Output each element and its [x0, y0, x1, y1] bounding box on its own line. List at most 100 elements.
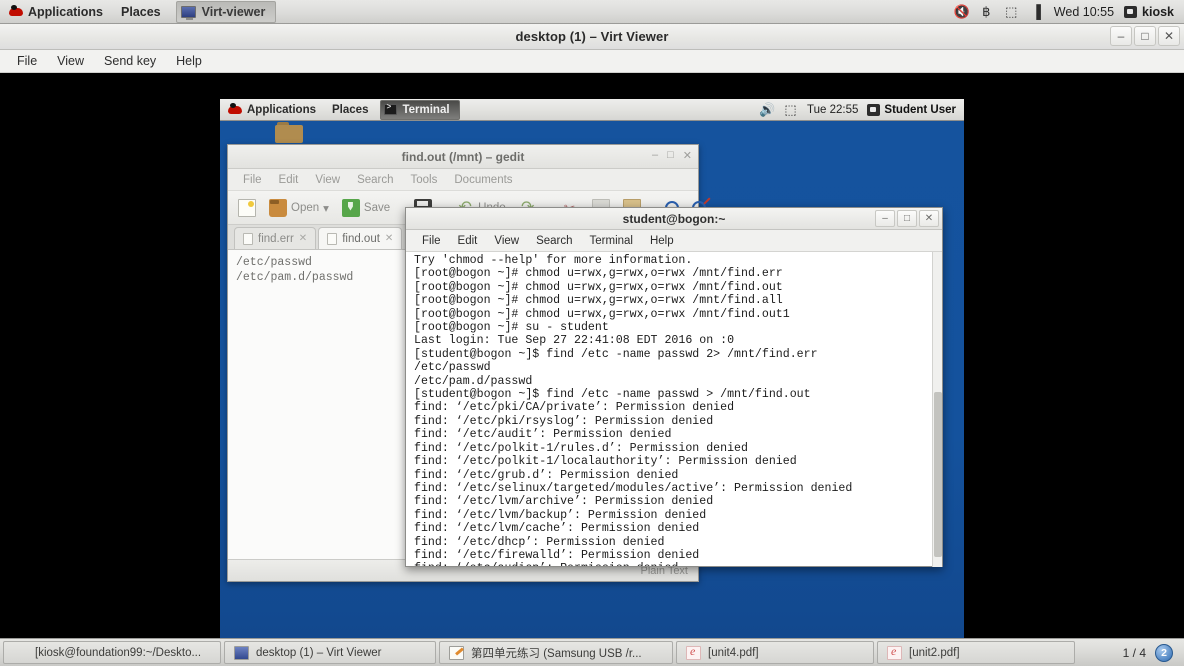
terminal-line: [student@bogon ~]$ find /etc -name passw…	[414, 388, 811, 402]
vm-desktop[interactable]: Applications Places Terminal 🔊 ⬚ Tue 22:…	[220, 99, 964, 662]
vm-user-label: Student User	[884, 103, 956, 116]
host-top-panel: Applications Places Virt-viewer 🔇 ฿ ⬚ ▐ …	[0, 0, 1184, 24]
vm-user-menu[interactable]: Student User	[867, 103, 956, 116]
terminal-line: Try 'chmod --help' for more information.	[414, 254, 693, 267]
terminal-scrollbar[interactable]	[932, 252, 942, 567]
host-clock[interactable]: Wed 10:55	[1054, 5, 1114, 19]
minimize-button[interactable]: –	[1110, 26, 1132, 46]
host-workspace-pager[interactable]: 1 / 4	[1123, 646, 1146, 660]
scrollbar-thumb[interactable]	[934, 392, 942, 557]
host-panel-left: Applications Places Virt-viewer	[0, 0, 277, 23]
volume-muted-icon[interactable]: 🔇	[954, 4, 970, 19]
host-panel-tray: 🔇 ฿ ⬚ ▐ Wed 10:55 kiosk	[954, 4, 1184, 19]
close-button[interactable]: ✕	[683, 149, 692, 162]
menu-help[interactable]: Help	[167, 52, 211, 70]
vm-places-menu[interactable]: Places	[324, 99, 376, 120]
menu-view[interactable]: View	[48, 52, 93, 70]
user-icon	[1124, 5, 1138, 18]
vm-viewport[interactable]: Applications Places Terminal 🔊 ⬚ Tue 22:…	[0, 99, 1184, 662]
terminal-titlebar[interactable]: student@bogon:~ – □ ✕	[406, 208, 942, 230]
tab-find-err[interactable]: find.err ✕	[234, 227, 317, 249]
host-user-menu[interactable]: kiosk	[1124, 5, 1174, 19]
terminal-line: find: ‘/etc/polkit-1/localauthority’: Pe…	[414, 455, 797, 469]
vm-clock[interactable]: Tue 22:55	[807, 104, 858, 116]
display-icon[interactable]: ⬚	[783, 102, 798, 117]
host-active-window-button[interactable]: Virt-viewer	[175, 0, 277, 23]
gedit-menu-file[interactable]: File	[235, 173, 270, 187]
maximize-button[interactable]: □	[667, 149, 674, 162]
menu-send-key[interactable]: Send key	[95, 52, 165, 70]
terminal-line: find: ‘/etc/audisp’: Permission denied	[414, 562, 938, 566]
host-active-window-label: Virt-viewer	[201, 4, 266, 19]
terminal-line: find: ‘/etc/selinux/targeted/modules/act…	[414, 481, 853, 495]
desktop-folder-icon[interactable]	[275, 122, 305, 144]
save-button[interactable]: Save	[337, 197, 395, 219]
gedit-menu-edit[interactable]: Edit	[271, 173, 307, 187]
virt-viewer-menubar: File View Send key Help	[0, 50, 1184, 73]
host-task-terminal[interactable]: [kiosk@foundation99:~/Deskto...	[3, 641, 221, 664]
gedit-titlebar[interactable]: find.out (/mnt) – gedit – □ ✕	[228, 145, 698, 169]
terminal-window[interactable]: student@bogon:~ – □ ✕ File Edit View Sea…	[405, 207, 943, 567]
terminal-icon	[384, 103, 398, 115]
minimize-button[interactable]: –	[652, 149, 658, 162]
host-task-label: 第四单元练习 (Samsung USB /r...	[471, 647, 642, 660]
host-taskbar-right: 1 / 4 2	[1123, 643, 1181, 662]
terminal-menu-edit[interactable]: Edit	[450, 234, 486, 248]
maximize-button[interactable]: □	[897, 210, 917, 227]
close-icon[interactable]: ✕	[385, 233, 393, 244]
redhat-icon	[9, 5, 23, 18]
terminal-line: find: ‘/etc/firewalld’: Permission denie…	[414, 548, 700, 562]
host-task-gedit-doc[interactable]: 第四单元练习 (Samsung USB /r...	[439, 641, 673, 664]
terminal-menu-file[interactable]: File	[414, 234, 449, 248]
terminal-line: [root@bogon ~]# chmod u=rwx,g=rwx,o=rwx …	[414, 294, 783, 308]
host-workspace-badge[interactable]: 2	[1155, 643, 1173, 662]
terminal-menu-search[interactable]: Search	[528, 234, 580, 248]
volume-icon[interactable]: 🔊	[759, 102, 775, 117]
terminal-line: /etc/passwd	[414, 361, 491, 375]
terminal-menu-help[interactable]: Help	[642, 234, 682, 248]
terminal-line: find: ‘/etc/pki/CA/private’: Permission …	[414, 401, 735, 415]
virt-viewer-titlebar[interactable]: desktop (1) – Virt Viewer – □ ✕	[0, 24, 1184, 50]
close-button[interactable]: ✕	[919, 210, 939, 227]
new-document-button[interactable]	[233, 197, 261, 219]
open-button[interactable]: Open ▾	[264, 197, 334, 219]
virt-viewer-window: desktop (1) – Virt Viewer – □ ✕ File Vie…	[0, 24, 1184, 662]
gedit-menu-documents[interactable]: Documents	[446, 173, 520, 187]
terminal-line: [root@bogon ~]# chmod u=rwx,g=rwx,o=rwx …	[414, 280, 783, 294]
terminal-line: find: ‘/etc/grub.d’: Permission denied	[414, 468, 679, 482]
bluetooth-icon[interactable]: ฿	[979, 4, 994, 19]
applications-menu[interactable]: Applications	[0, 0, 112, 23]
minimize-button[interactable]: –	[875, 210, 895, 227]
terminal-menu-view[interactable]: View	[486, 234, 527, 248]
terminal-menubar: File Edit View Search Terminal Help	[406, 230, 942, 252]
maximize-button[interactable]: □	[1134, 26, 1156, 46]
terminal-menu-terminal[interactable]: Terminal	[582, 234, 641, 248]
gedit-icon	[449, 645, 464, 660]
gedit-menubar: File Edit View Search Tools Documents	[228, 169, 698, 191]
network-disconnected-icon[interactable]: ⬚	[1004, 4, 1019, 19]
battery-icon[interactable]: ▐	[1029, 4, 1044, 19]
places-menu[interactable]: Places	[112, 0, 170, 23]
places-menu-label: Places	[121, 4, 161, 19]
menu-file[interactable]: File	[8, 52, 46, 70]
vm-applications-menu[interactable]: Applications	[220, 99, 324, 120]
chevron-down-icon[interactable]: ▾	[323, 201, 329, 215]
terminal-line: find: ‘/etc/lvm/archive’: Permission den…	[414, 495, 714, 509]
tab-find-out[interactable]: find.out ✕	[318, 227, 403, 249]
close-button[interactable]: ✕	[1158, 26, 1180, 46]
host-task-label: [unit4.pdf]	[708, 646, 759, 659]
host-task-virt-viewer[interactable]: desktop (1) – Virt Viewer	[224, 641, 436, 664]
gedit-menu-tools[interactable]: Tools	[403, 173, 446, 187]
gedit-menu-view[interactable]: View	[307, 173, 348, 187]
save-button-label: Save	[363, 201, 391, 214]
pdf-icon	[887, 644, 902, 660]
host-task-unit4-pdf[interactable]: [unit4.pdf]	[676, 641, 874, 664]
vm-active-window-label: Terminal	[402, 103, 450, 116]
terminal-output[interactable]: Try 'chmod --help' for more information.…	[406, 252, 942, 566]
new-file-icon	[238, 198, 256, 217]
gedit-menu-search[interactable]: Search	[349, 173, 401, 187]
pdf-icon	[686, 644, 701, 660]
close-icon[interactable]: ✕	[299, 233, 307, 244]
host-task-unit2-pdf[interactable]: [unit2.pdf]	[877, 641, 1075, 664]
vm-active-window-button[interactable]: Terminal	[380, 99, 460, 120]
